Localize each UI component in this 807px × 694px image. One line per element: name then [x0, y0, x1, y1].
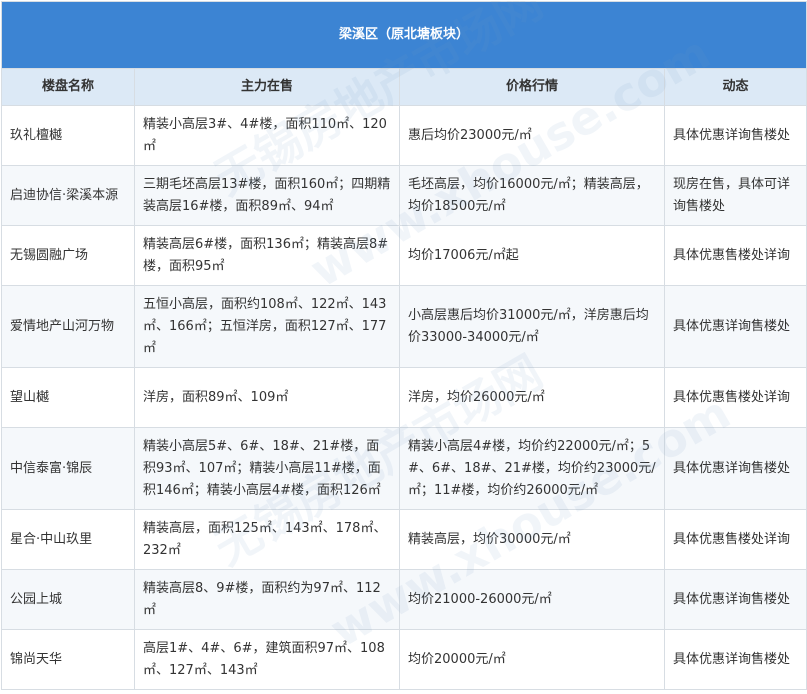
property-name: 星合·中山玖里: [1, 509, 135, 570]
price-info: 洋房，均价26000元/㎡: [399, 367, 665, 428]
price-info: 毛坯高层，均价16000元/㎡；精装高层，均价18500元/㎡: [399, 165, 665, 226]
main-supply: 三期毛坯高层13#楼，面积160㎡；四期精装高层16#楼，面积89㎡、94㎡: [134, 165, 400, 226]
table-row: 中信泰富·锦辰 精装小高层5#、6#、18#、21#楼，面积93㎡、107㎡；精…: [1, 427, 807, 510]
property-name: 中信泰富·锦辰: [1, 427, 135, 510]
price-info: 惠后均价23000元/㎡: [399, 105, 665, 166]
table-title: 梁溪区（原北塘板块）: [0, 1, 807, 69]
main-supply: 洋房，面积89㎡、109㎡: [134, 367, 400, 428]
status-info: 具体优惠详询售楼处: [663, 629, 807, 690]
column-header-name: 楼盘名称: [1, 68, 135, 106]
price-info: 精装高层，均价30000元/㎡: [399, 509, 665, 570]
main-supply: 精装高层8、9#楼，面积约为97㎡、112㎡: [134, 569, 400, 630]
listing-table-container: 梁溪区（原北塘板块） 楼盘名称 主力在售 价格行情 动态 玖礼檀樾 精装小高层3…: [0, 1, 807, 692]
column-header-status: 动态: [663, 68, 807, 106]
price-info: 均价20000元/㎡: [399, 629, 665, 690]
status-info: 具体优惠详询售楼处: [663, 285, 807, 368]
table-row: 公园上城 精装高层8、9#楼，面积约为97㎡、112㎡ 均价21000-2600…: [1, 569, 807, 630]
table-row: 玖礼檀樾 精装小高层3#、4#楼，面积110㎡、120㎡ 惠后均价23000元/…: [1, 105, 807, 166]
price-info: 小高层惠后均价31000元/㎡，洋房惠后均价33000-34000元/㎡: [399, 285, 665, 368]
column-header-supply: 主力在售: [134, 68, 400, 106]
table-row: 无锡圆融广场 精装高层6#楼，面积136㎡；精装高层8#楼，面积95㎡ 均价17…: [1, 225, 807, 286]
price-info: 均价21000-26000元/㎡: [399, 569, 665, 630]
property-name: 公园上城: [1, 569, 135, 630]
main-supply: 精装小高层5#、6#、18#、21#楼，面积93㎡、107㎡；精装小高层11#楼…: [134, 427, 400, 510]
status-info: 具体优惠详询售楼处: [663, 569, 807, 630]
table-row: 锦尚天华 高层1#、4#、6#，建筑面积97㎡、108㎡、127㎡、143㎡ 均…: [1, 629, 807, 690]
table-row: 望山樾 洋房，面积89㎡、109㎡ 洋房，均价26000元/㎡ 具体优惠售楼处详…: [1, 367, 807, 428]
main-supply: 精装高层6#楼，面积136㎡；精装高层8#楼，面积95㎡: [134, 225, 400, 286]
main-supply: 高层1#、4#、6#，建筑面积97㎡、108㎡、127㎡、143㎡: [134, 629, 400, 690]
status-info: 具体优惠详询售楼处: [663, 427, 807, 510]
status-info: 具体优惠售楼处详询: [663, 225, 807, 286]
main-supply: 五恒小高层，面积约108㎡、122㎡、143㎡、166㎡；五恒洋房，面积127㎡…: [134, 285, 400, 368]
status-info: 具体优惠售楼处详询: [663, 509, 807, 570]
status-info: 具体优惠详询售楼处: [663, 105, 807, 166]
property-listing-table: 梁溪区（原北塘板块） 楼盘名称 主力在售 价格行情 动态 玖礼檀樾 精装小高层3…: [0, 1, 807, 690]
property-name: 锦尚天华: [1, 629, 135, 690]
column-header-price: 价格行情: [399, 68, 665, 106]
property-name: 启迪协信·梁溪本源: [1, 165, 135, 226]
price-info: 均价17006元/㎡起: [399, 225, 665, 286]
status-info: 具体优惠售楼处详询: [663, 367, 807, 428]
main-supply: 精装小高层3#、4#楼，面积110㎡、120㎡: [134, 105, 400, 166]
property-name: 望山樾: [1, 367, 135, 428]
property-name: 玖礼檀樾: [1, 105, 135, 166]
table-row: 星合·中山玖里 精装高层，面积125㎡、143㎡、178㎡、232㎡ 精装高层，…: [1, 509, 807, 570]
table-row: 爱情地产山河万物 五恒小高层，面积约108㎡、122㎡、143㎡、166㎡；五恒…: [1, 285, 807, 368]
price-info: 精装小高层4#楼，均价约22000元/㎡；5#、6#、18#、21#楼，均价约2…: [399, 427, 665, 510]
table-row: 启迪协信·梁溪本源 三期毛坯高层13#楼，面积160㎡；四期精装高层16#楼，面…: [1, 165, 807, 226]
main-supply: 精装高层，面积125㎡、143㎡、178㎡、232㎡: [134, 509, 400, 570]
status-info: 现房在售，具体可详询售楼处: [663, 165, 807, 226]
property-name: 无锡圆融广场: [1, 225, 135, 286]
property-name: 爱情地产山河万物: [1, 285, 135, 368]
